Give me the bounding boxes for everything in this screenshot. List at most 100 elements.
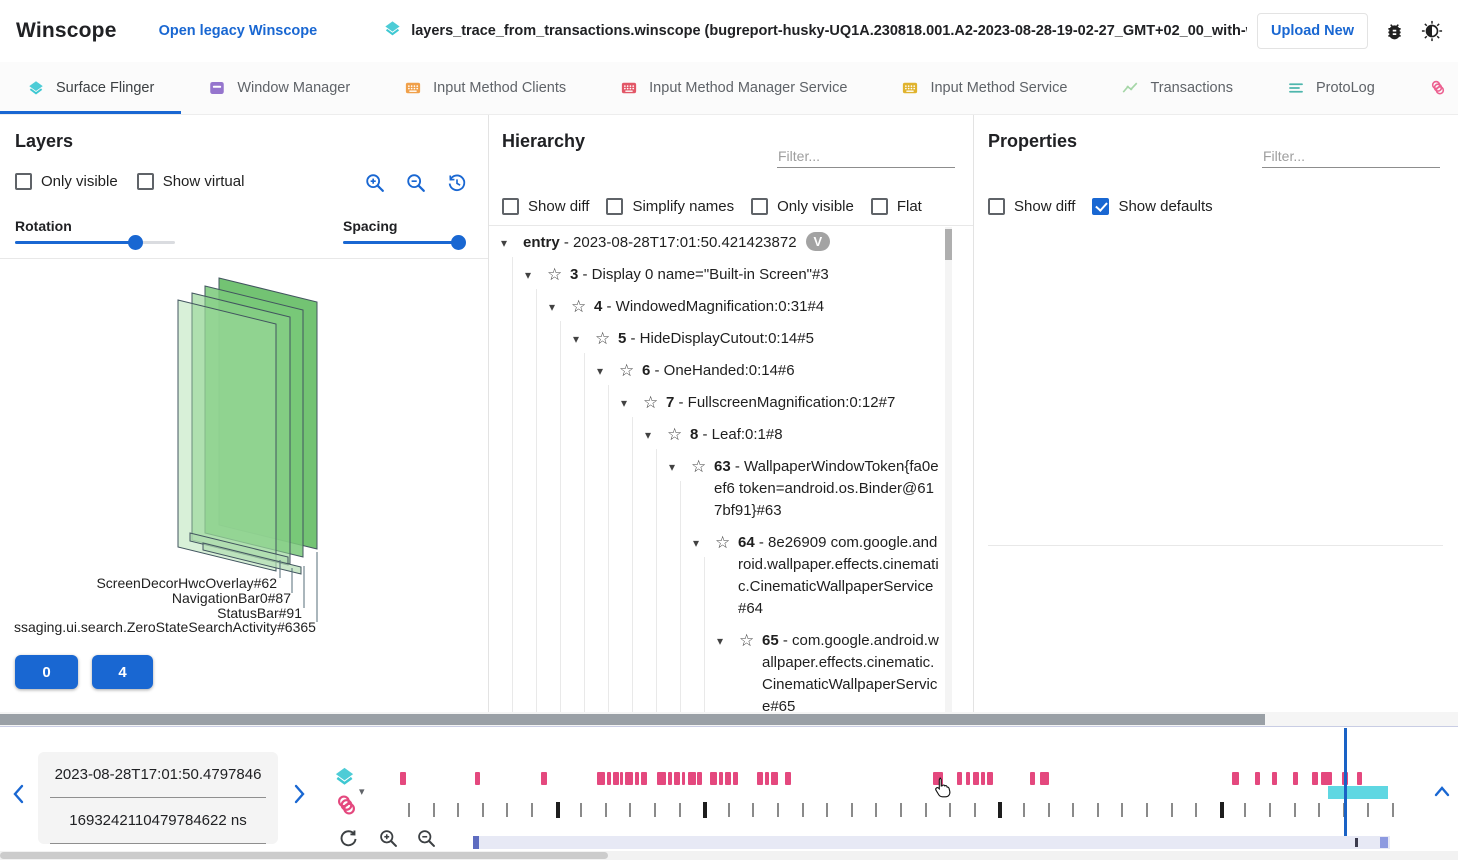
transaction-tick[interactable] <box>1072 803 1074 817</box>
sf-trace-marker[interactable] <box>613 772 619 785</box>
transaction-tick[interactable] <box>1269 803 1271 817</box>
star-icon[interactable]: ☆ <box>667 424 690 446</box>
star-icon[interactable]: ☆ <box>547 264 570 286</box>
checkbox-box[interactable] <box>15 173 32 190</box>
checkbox-simplify-names[interactable]: Simplify names <box>606 198 734 215</box>
transaction-tick[interactable] <box>1294 803 1296 817</box>
tree-node-6[interactable]: ▾☆6 - OneHanded:0:14#6 <box>489 355 973 387</box>
timeline-cursor[interactable] <box>1344 728 1347 837</box>
collapse-arrow-icon[interactable]: ▾ <box>669 456 691 478</box>
checkbox-box[interactable] <box>751 198 768 215</box>
sf-trace-marker[interactable] <box>733 772 738 785</box>
tree-scrollbar-track[interactable] <box>945 227 952 712</box>
tree-node-5[interactable]: ▾☆5 - HideDisplayCutout:0:14#5 <box>489 323 973 355</box>
transaction-tick[interactable] <box>777 803 779 817</box>
main-horizontal-scrollbar[interactable] <box>0 712 1458 727</box>
sf-trace-marker[interactable] <box>475 772 480 785</box>
sf-trace-marker[interactable] <box>957 772 962 785</box>
transaction-tick[interactable] <box>1146 803 1148 817</box>
transaction-tick[interactable] <box>1220 802 1224 818</box>
page-horizontal-scrollbar[interactable] <box>0 851 1458 860</box>
tab-surface-flinger[interactable]: Surface Flinger <box>0 62 181 114</box>
sf-trace-marker[interactable] <box>1293 772 1298 785</box>
transaction-tick[interactable] <box>679 803 681 817</box>
star-icon[interactable]: ☆ <box>643 392 666 414</box>
tree-node-7[interactable]: ▾☆7 - FullscreenMagnification:0:12#7 <box>489 387 973 419</box>
sf-trace-marker[interactable] <box>697 772 702 785</box>
sf-trace-marker[interactable] <box>641 772 647 785</box>
sf-trace-marker[interactable] <box>1232 772 1239 785</box>
tree-node-3[interactable]: ▾☆3 - Display 0 name="Built-in Screen"#3 <box>489 259 973 291</box>
tab-transactions[interactable]: Transactions <box>1094 62 1259 114</box>
transaction-tick[interactable] <box>728 803 730 817</box>
tree-node-8[interactable]: ▾☆8 - Leaf:0:1#8 <box>489 419 973 451</box>
sf-trace-marker[interactable] <box>973 772 979 785</box>
transaction-tick[interactable] <box>433 803 435 817</box>
bug-report-icon[interactable] <box>1382 19 1406 43</box>
timeline-zoom-range-thumb[interactable] <box>473 836 479 849</box>
sf-trace-marker[interactable] <box>719 772 723 785</box>
sf-trace-marker[interactable] <box>688 772 696 785</box>
collapse-arrow-icon[interactable]: ▾ <box>573 328 595 350</box>
sf-trace-marker[interactable] <box>1040 772 1049 785</box>
sf-trace-marker[interactable] <box>607 772 611 785</box>
star-icon[interactable]: ☆ <box>619 360 642 382</box>
open-legacy-link[interactable]: Open legacy Winscope <box>159 23 318 39</box>
main-scrollbar-thumb[interactable] <box>0 714 1265 725</box>
sf-trace-marker[interactable] <box>1030 772 1035 785</box>
zoom-out-icon[interactable] <box>405 172 427 194</box>
collapse-arrow-icon[interactable]: ▾ <box>549 296 571 318</box>
transaction-tick[interactable] <box>506 803 508 817</box>
checkbox-box[interactable] <box>502 198 519 215</box>
checkbox-only-visible[interactable]: Only visible <box>15 173 118 190</box>
sf-trace-marker[interactable] <box>682 772 685 785</box>
sf-trace-marker[interactable] <box>987 772 993 785</box>
transaction-tick[interactable] <box>826 803 828 817</box>
tree-node-63[interactable]: ▾☆63 - WallpaperWindowToken{fa0eef6 toke… <box>489 451 973 527</box>
transaction-tick[interactable] <box>1097 803 1099 817</box>
collapse-arrow-icon[interactable]: ▾ <box>645 424 667 446</box>
sf-trace-marker[interactable] <box>710 772 717 785</box>
checkbox-box[interactable] <box>871 198 888 215</box>
transaction-tick[interactable] <box>580 803 582 817</box>
star-icon[interactable]: ☆ <box>571 296 594 318</box>
collapse-arrow-icon[interactable]: ▾ <box>693 532 715 554</box>
transaction-tick[interactable] <box>703 802 707 818</box>
transaction-tick[interactable] <box>752 803 754 817</box>
transaction-tick[interactable] <box>1392 803 1394 817</box>
star-icon[interactable]: ☆ <box>715 532 738 554</box>
sf-trace-marker[interactable] <box>757 772 763 785</box>
transaction-tick[interactable] <box>408 803 410 817</box>
spacing-slider[interactable]: Spacing <box>343 218 462 244</box>
sf-trace-marker[interactable] <box>625 772 633 785</box>
transaction-tick[interactable] <box>1195 803 1197 817</box>
sf-trace-marker[interactable] <box>981 772 985 785</box>
checkbox-box[interactable] <box>137 173 154 190</box>
properties-filter-input[interactable] <box>1262 145 1440 168</box>
sf-trace-marker[interactable] <box>597 772 605 785</box>
collapse-arrow-icon[interactable]: ▾ <box>525 264 547 286</box>
transaction-tick[interactable] <box>629 803 631 817</box>
transaction-tick[interactable] <box>1121 803 1123 817</box>
rotation-slider-thumb[interactable] <box>128 235 143 250</box>
tab-input-method-clients[interactable]: Input Method Clients <box>377 62 593 114</box>
transaction-tick[interactable] <box>1023 803 1025 817</box>
sf-trace-marker[interactable] <box>1321 772 1332 785</box>
transaction-tick[interactable] <box>1367 803 1369 817</box>
checkbox-flat[interactable]: Flat <box>871 198 922 215</box>
tree-node-4[interactable]: ▾☆4 - WindowedMagnification:0:31#4 <box>489 291 973 323</box>
transaction-tick[interactable] <box>974 803 976 817</box>
checkbox-box[interactable] <box>1092 198 1109 215</box>
collapse-arrow-icon[interactable]: ▾ <box>597 360 619 382</box>
checkbox-show-diff[interactable]: Show diff <box>988 198 1075 215</box>
upload-new-button[interactable]: Upload New <box>1257 13 1368 49</box>
transaction-tick[interactable] <box>851 803 853 817</box>
rotation-slider[interactable]: Rotation <box>15 218 175 244</box>
sf-trace-marker[interactable] <box>771 772 778 785</box>
checkbox-show-diff[interactable]: Show diff <box>502 198 589 215</box>
page-scrollbar-thumb[interactable] <box>0 852 608 859</box>
sf-trace-marker[interactable] <box>1255 772 1260 785</box>
tree-node-entry[interactable]: ▾entry - 2023-08-28T17:01:50.421423872V <box>489 227 973 259</box>
sf-trace-marker[interactable] <box>668 772 672 785</box>
transaction-tick[interactable] <box>925 803 927 817</box>
